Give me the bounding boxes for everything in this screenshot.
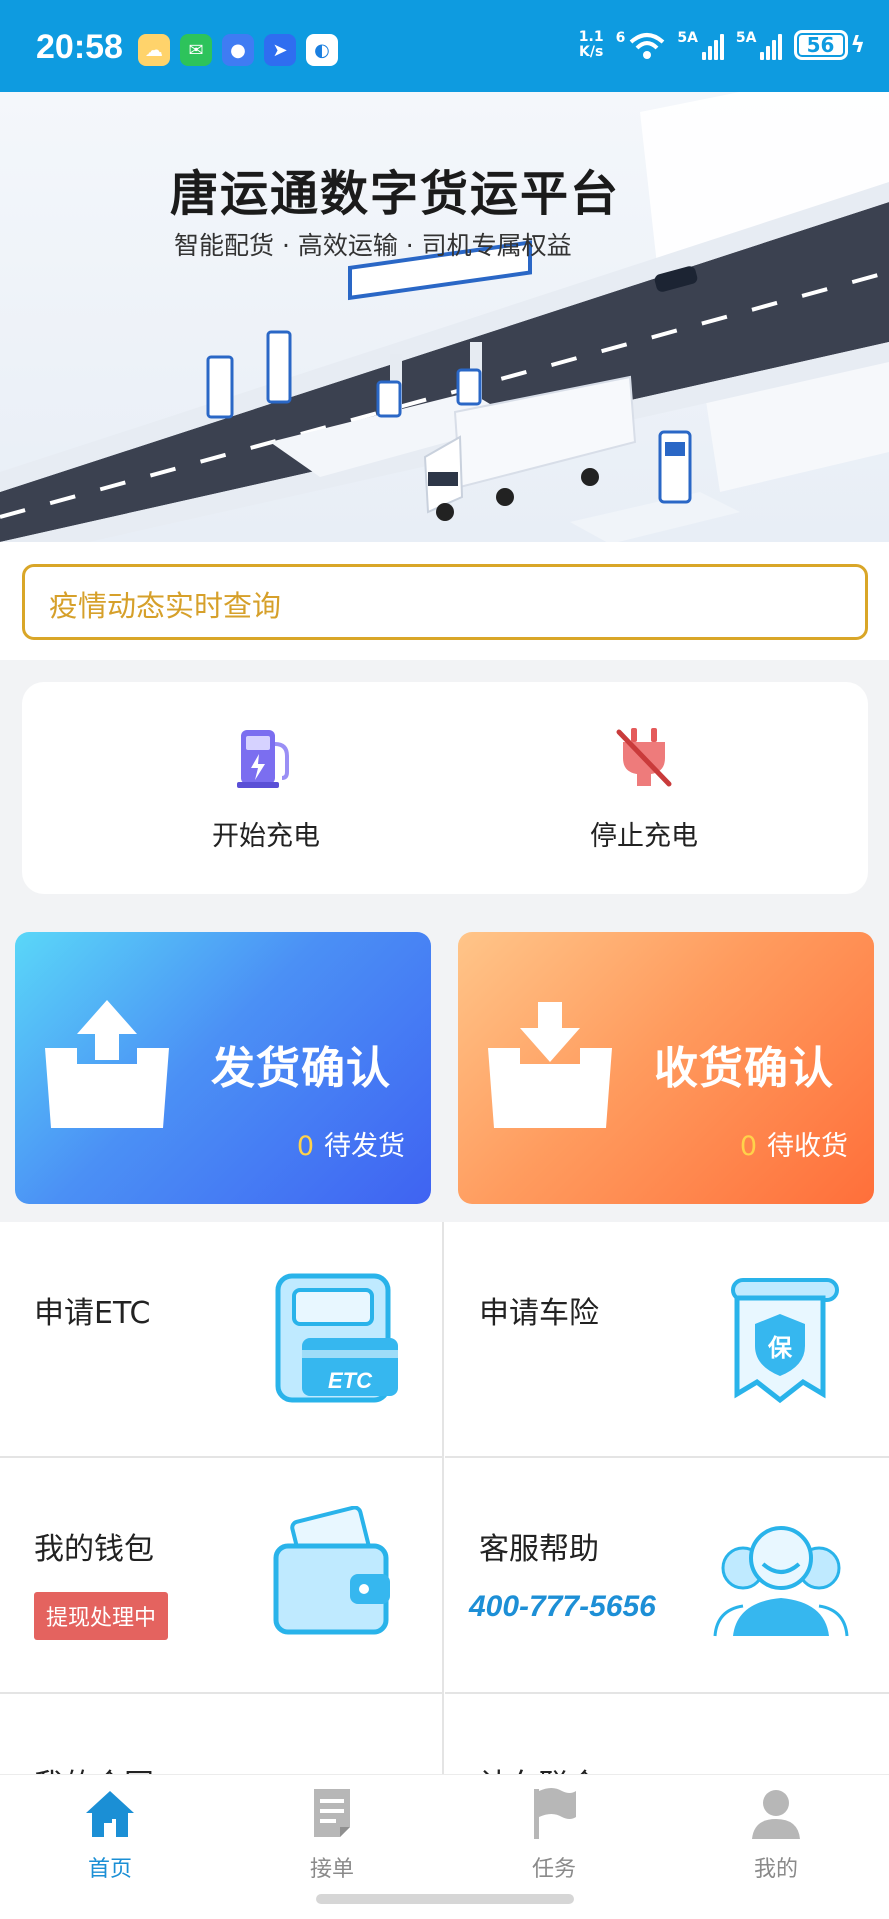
- cloud-icon: ☁: [138, 34, 170, 66]
- epidemic-query-button[interactable]: 疫情动态实时查询: [22, 564, 868, 640]
- net-speed-unit: K/s: [579, 44, 604, 60]
- signal-icon-2: 5A: [736, 30, 783, 60]
- stop-charging-plug-icon: [616, 728, 672, 787]
- epidemic-query-label: 疫情动态实时查询: [49, 589, 282, 623]
- etc-device-icon: ETC: [275, 1273, 398, 1403]
- promo-banner[interactable]: 唐运通数字货运平台 智能配货 · 高效运输 · 司机专属权益: [0, 92, 889, 542]
- status-bar: 20:58 ☁ ✉ ● ➤ ◐ 1.1 K/s 6 5A 5A 56 ϟ: [0, 0, 889, 92]
- wallet-icon: [273, 1506, 390, 1635]
- customer-support-cell[interactable]: 客服帮助 400-777-5656: [445, 1458, 889, 1694]
- signal1-label: 5A: [677, 30, 698, 46]
- receive-confirm-card[interactable]: 收货确认 0 待收货: [458, 932, 874, 1204]
- my-wallet-cell[interactable]: 我的钱包 提现处理中: [0, 1458, 444, 1694]
- apply-etc-label: 申请ETC: [34, 1296, 151, 1331]
- receive-status-label: 待收货: [767, 1131, 848, 1162]
- apply-etc-cell[interactable]: 申请ETC ETC: [0, 1222, 444, 1458]
- download-box-icon: [488, 1002, 612, 1128]
- svg-text:ETC: ETC: [328, 1368, 373, 1393]
- row3-right-label: 认车联合: [479, 1760, 599, 1774]
- tab-orders[interactable]: 接单: [272, 1785, 392, 1883]
- signal2-label: 5A: [735, 30, 757, 46]
- stop-charging-label: 停止充电: [590, 821, 698, 852]
- charging-card: 开始充电 停止充电: [22, 682, 868, 894]
- tab-orders-label: 接单: [309, 1857, 354, 1882]
- tab-home-label: 首页: [87, 1857, 132, 1882]
- browser-icon: ◐: [306, 34, 338, 66]
- svg-text:保: 保: [767, 1334, 793, 1362]
- stop-charging-button[interactable]: 停止充电: [544, 722, 744, 853]
- flag-icon: [534, 1788, 576, 1839]
- status-time: 20:58: [36, 28, 123, 66]
- insurance-scroll-icon: 保: [731, 1278, 839, 1404]
- send-pending-count: 0 待发货: [297, 1124, 405, 1163]
- signal-icon-1: 5A: [677, 30, 724, 60]
- receive-pending-count: 0 待收货: [740, 1124, 848, 1163]
- receive-confirm-title: 收货确认: [654, 1043, 834, 1094]
- send-confirm-title: 发货确认: [211, 1043, 391, 1094]
- tab-home[interactable]: 首页: [50, 1785, 170, 1883]
- arrow-app-icon: ➤: [264, 34, 296, 66]
- receive-count-number: 0: [739, 1131, 757, 1162]
- upload-box-icon: [45, 1000, 169, 1128]
- home-indicator[interactable]: [316, 1894, 574, 1904]
- tab-tasks-label: 任务: [531, 1857, 576, 1882]
- epidemic-query-section: 疫情动态实时查询: [0, 542, 889, 660]
- start-charging-button[interactable]: 开始充电: [166, 722, 366, 853]
- message-icon: ●: [222, 34, 254, 66]
- support-phone-number[interactable]: 400-777-5656: [469, 1590, 656, 1624]
- tab-mine[interactable]: 我的: [716, 1785, 836, 1883]
- net-speed-value: 1.1: [578, 29, 604, 45]
- wechat-icon: ✉: [180, 34, 212, 66]
- banner-subtitle: 智能配货 · 高效运输 · 司机专属权益: [174, 231, 572, 260]
- wifi-icon: 6: [616, 30, 666, 60]
- service-grid: 申请ETC ETC 申请车险 保 我的钱包 提现处理中 客服帮助 400-777: [0, 1222, 889, 1774]
- wifi-symbol: [630, 33, 665, 59]
- wifi-label: 6: [615, 30, 626, 46]
- my-wallet-label: 我的钱包: [34, 1532, 154, 1567]
- customer-service-icon: [713, 1526, 849, 1637]
- charging-bolt-icon: ϟ: [850, 32, 865, 58]
- apply-insurance-cell[interactable]: 申请车险 保: [445, 1222, 889, 1458]
- status-indicators: 1.1 K/s 6 5A 5A 56 ϟ: [579, 30, 865, 60]
- banner-title: 唐运通数字货运平台: [170, 166, 621, 222]
- send-confirm-card[interactable]: 发货确认 0 待发货: [15, 932, 431, 1204]
- home-icon: [86, 1791, 134, 1837]
- status-app-icons: ☁ ✉ ● ➤ ◐: [138, 34, 338, 66]
- row3-left-cell[interactable]: 我的合同: [0, 1694, 444, 1774]
- document-list-icon: [314, 1789, 350, 1837]
- send-status-label: 待发货: [324, 1131, 405, 1162]
- apply-insurance-label: 申请车险: [479, 1296, 599, 1331]
- ev-charger-icon: [237, 730, 289, 788]
- row3-right-cell[interactable]: 认车联合: [445, 1694, 889, 1774]
- row3-left-label: 我的合同: [34, 1760, 154, 1774]
- tab-mine-label: 我的: [753, 1857, 798, 1882]
- customer-support-label: 客服帮助: [479, 1532, 599, 1567]
- net-speed: 1.1 K/s: [579, 30, 604, 60]
- start-charging-label: 开始充电: [212, 821, 320, 852]
- battery-icon: 56 ϟ: [794, 30, 865, 60]
- battery-level: 56: [799, 33, 844, 57]
- send-count-number: 0: [296, 1131, 314, 1162]
- withdraw-status-badge: 提现处理中: [34, 1592, 169, 1640]
- document-icon: [266, 1742, 402, 1774]
- tab-tasks[interactable]: 任务: [494, 1785, 614, 1883]
- user-icon: [752, 1790, 800, 1839]
